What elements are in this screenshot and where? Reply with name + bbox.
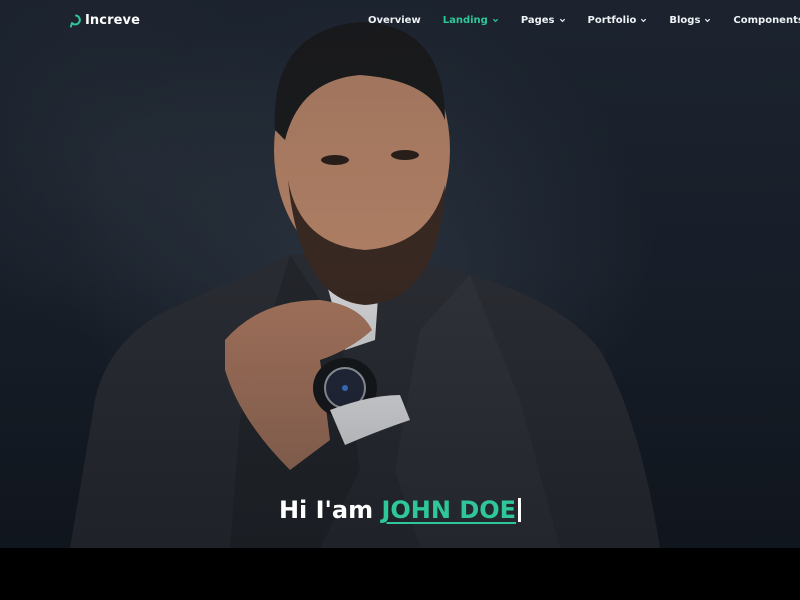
top-navbar: Increve Overview Landing Pages Portfolio… <box>0 0 800 44</box>
brand-logo[interactable]: Increve <box>70 13 140 28</box>
hero-overlay <box>0 0 800 548</box>
chevron-down-icon <box>492 18 498 23</box>
nav-item-label: Pages <box>520 15 555 26</box>
hero-section: Increve Overview Landing Pages Portfolio… <box>0 0 800 548</box>
nav-item-pages[interactable]: Pages <box>521 15 566 26</box>
nav-item-label: Overview <box>368 15 421 26</box>
nav-item-blogs[interactable]: Blogs <box>669 15 711 26</box>
chevron-down-icon <box>641 18 647 23</box>
nav-item-portfolio[interactable]: Portfolio <box>588 15 648 26</box>
typing-cursor <box>518 498 522 522</box>
hero-greeting: Hi I'am <box>278 496 374 524</box>
nav-item-components[interactable]: Components <box>733 15 800 26</box>
nav-item-label: Blogs <box>669 15 701 26</box>
ring-logo-icon <box>70 14 81 27</box>
chevron-down-icon <box>559 18 565 23</box>
nav-item-label: Portfolio <box>587 15 637 26</box>
nav-item-label: Landing <box>442 15 488 26</box>
nav-item-landing[interactable]: Landing <box>443 15 499 26</box>
chevron-down-icon <box>705 18 711 23</box>
nav-item-overview[interactable]: Overview <box>368 15 421 26</box>
hero-typed-name: JOHN DOE <box>381 496 517 524</box>
hero-headline: Hi I'am JOHN DOE <box>0 496 800 524</box>
next-section-band <box>0 548 800 600</box>
nav-item-label: Components <box>733 15 800 26</box>
brand-name: Increve <box>85 13 141 28</box>
main-nav: Overview Landing Pages Portfolio Blogs C… <box>368 15 800 26</box>
